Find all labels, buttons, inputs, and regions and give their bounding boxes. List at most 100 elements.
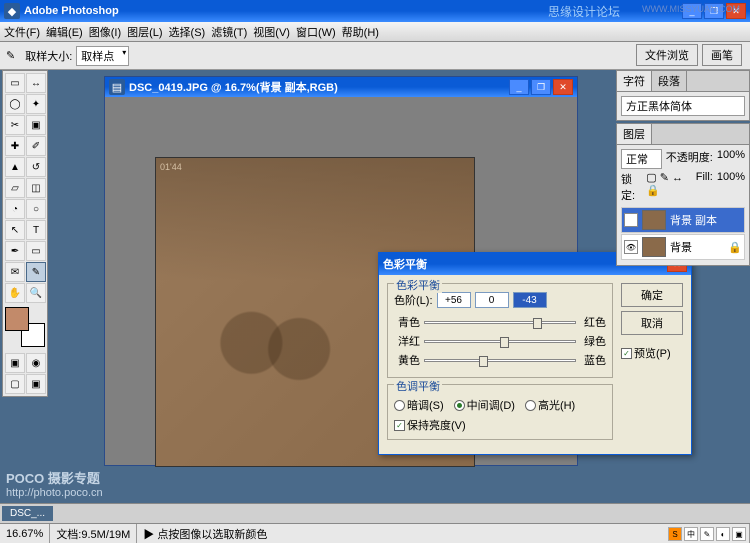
quickmask-mode[interactable]: ◉ (26, 353, 46, 373)
slider-cyan-red[interactable] (424, 321, 576, 324)
menu-image[interactable]: 图像(I) (89, 24, 121, 40)
character-panel: 字符 段落 方正黑体简体 (616, 70, 750, 121)
slider2-left: 黄色 (394, 352, 420, 368)
zoom-tool[interactable]: 🔍 (26, 283, 46, 303)
gradient-tool[interactable]: ◫ (26, 178, 46, 198)
cancel-button[interactable]: 取消 (621, 311, 683, 335)
menu-help[interactable]: 帮助(H) (342, 24, 379, 40)
radio-shadows[interactable]: 暗调(S) (394, 397, 444, 413)
app-logo-icon: ◆ (4, 3, 20, 19)
stamp-tool[interactable]: ▲ (5, 157, 25, 177)
history-brush-tool[interactable]: ↺ (26, 157, 46, 177)
shape-tool[interactable]: ▭ (26, 241, 46, 261)
menu-filter[interactable]: 滤镜(T) (211, 24, 247, 40)
tab-paragraph[interactable]: 段落 (652, 71, 687, 91)
doc-minimize-button[interactable]: _ (509, 79, 529, 95)
lock-icon: 🔒 (728, 241, 742, 254)
path-tool[interactable]: ↖ (5, 220, 25, 240)
type-tool[interactable]: T (26, 220, 46, 240)
layer-row-1[interactable]: 👁 背景 🔒 (621, 234, 745, 260)
tab-brushes[interactable]: 画笔 (702, 44, 742, 66)
eraser-tool[interactable]: ▱ (5, 178, 25, 198)
tray-icon[interactable]: S (668, 527, 682, 541)
screen-mode-2[interactable]: ▣ (26, 374, 46, 394)
doc-icon: ▤ (109, 79, 125, 95)
checkbox-preserve-luminosity[interactable]: 保持亮度(V) (394, 417, 606, 433)
font-select[interactable]: 方正黑体简体 (621, 96, 745, 116)
visibility-icon[interactable]: 👁 (624, 240, 638, 254)
pen-tool[interactable]: ✒ (5, 241, 25, 261)
menubar: 文件(F) 编辑(E) 图像(I) 图层(L) 选择(S) 滤镜(T) 视图(V… (0, 22, 750, 42)
lasso-tool[interactable]: ◯ (5, 94, 25, 114)
slider1-left: 洋红 (394, 333, 420, 349)
zoom-level[interactable]: 16.67% (0, 524, 50, 543)
statusbar: 16.67% 文档:9.5M/19M ▶ 点按图像以选取新颜色 (0, 523, 750, 543)
doc-size: 文档:9.5M/19M (50, 524, 137, 543)
watermark-brand: POCO 摄影专题 (6, 468, 103, 487)
blend-mode-select[interactable]: 正常 (621, 149, 662, 169)
blur-tool[interactable]: ◔ (5, 199, 25, 219)
heal-tool[interactable]: ✚ (5, 136, 25, 156)
tab-file-browser[interactable]: 文件浏览 (636, 44, 698, 66)
slice-tool[interactable]: ▣ (26, 115, 46, 135)
tray-icon[interactable]: ✎ (700, 527, 714, 541)
menu-window[interactable]: 窗口(W) (296, 24, 336, 40)
canvas-badge: 01'44 (160, 162, 182, 172)
slider2-right: 蓝色 (580, 352, 606, 368)
foreground-color[interactable] (5, 307, 29, 331)
color-swatches[interactable] (5, 307, 45, 347)
levels-label: 色阶(L): (394, 292, 433, 308)
menu-edit[interactable]: 编辑(E) (46, 24, 83, 40)
group1-legend: 色彩平衡 (394, 277, 442, 293)
fill-value[interactable]: 100% (717, 171, 745, 203)
hand-tool[interactable]: ✋ (5, 283, 25, 303)
tray-icon[interactable]: 中 (684, 527, 698, 541)
marquee-tool[interactable]: ▭ (5, 73, 25, 93)
tray-icon[interactable]: ◐ (716, 527, 730, 541)
slider0-left: 青色 (394, 314, 420, 330)
menu-select[interactable]: 选择(S) (169, 24, 206, 40)
sample-label: 取样大小: (25, 48, 72, 64)
opacity-value[interactable]: 100% (717, 149, 745, 169)
group2-legend: 色调平衡 (394, 378, 442, 394)
radio-midtones[interactable]: 中间调(D) (454, 397, 515, 413)
doc-close-button[interactable]: ✕ (553, 79, 573, 95)
color-balance-dialog: 色彩平衡 ✕ 色彩平衡 色阶(L): 青色 红色 洋红 (378, 252, 692, 455)
layer-thumb (642, 237, 666, 257)
menu-layer[interactable]: 图层(L) (127, 24, 162, 40)
tab-layers[interactable]: 图层 (617, 124, 652, 144)
sample-size-select[interactable]: 取样点 (76, 46, 129, 66)
doc-maximize-button[interactable]: ❐ (531, 79, 551, 95)
notes-tool[interactable]: ✉ (5, 262, 25, 282)
level-input-1[interactable] (475, 292, 509, 308)
menu-view[interactable]: 视图(V) (253, 24, 290, 40)
move-tool[interactable]: ↔ (26, 73, 46, 93)
slider1-right: 绿色 (580, 333, 606, 349)
opacity-label: 不透明度: (666, 149, 713, 169)
checkbox-preview[interactable]: 预览(P) (621, 345, 683, 361)
visibility-icon[interactable]: 👁 (624, 213, 638, 227)
radio-highlights[interactable]: 高光(H) (525, 397, 575, 413)
eyedropper-tool[interactable]: ✎ (26, 262, 46, 282)
doc-tab[interactable]: DSC_... (2, 506, 53, 521)
forum-url: WWW.MISSYUAN.COM (642, 4, 740, 14)
poco-watermark: POCO 摄影专题 http://photo.poco.cn (6, 468, 103, 499)
level-input-2[interactable] (513, 292, 547, 308)
ok-button[interactable]: 确定 (621, 283, 683, 307)
level-input-0[interactable] (437, 292, 471, 308)
tray-icon[interactable]: ▣ (732, 527, 746, 541)
layer-row-0[interactable]: 👁 背景 副本 (621, 207, 745, 233)
crop-tool[interactable]: ✂ (5, 115, 25, 135)
tab-character[interactable]: 字符 (617, 71, 652, 91)
menu-file[interactable]: 文件(F) (4, 24, 40, 40)
eyedropper-icon[interactable]: ✎ (6, 49, 15, 62)
brush-tool[interactable]: ✐ (26, 136, 46, 156)
slider-magenta-green[interactable] (424, 340, 576, 343)
screen-mode-1[interactable]: ▢ (5, 374, 25, 394)
app-titlebar: ◆ Adobe Photoshop _ ❐ ✕ (0, 0, 750, 22)
wand-tool[interactable]: ✦ (26, 94, 46, 114)
dodge-tool[interactable]: ○ (26, 199, 46, 219)
standard-mode[interactable]: ▣ (5, 353, 25, 373)
slider-yellow-blue[interactable] (424, 359, 576, 362)
lock-icons[interactable]: ▢ ✎ ↔ 🔒 (646, 171, 691, 203)
